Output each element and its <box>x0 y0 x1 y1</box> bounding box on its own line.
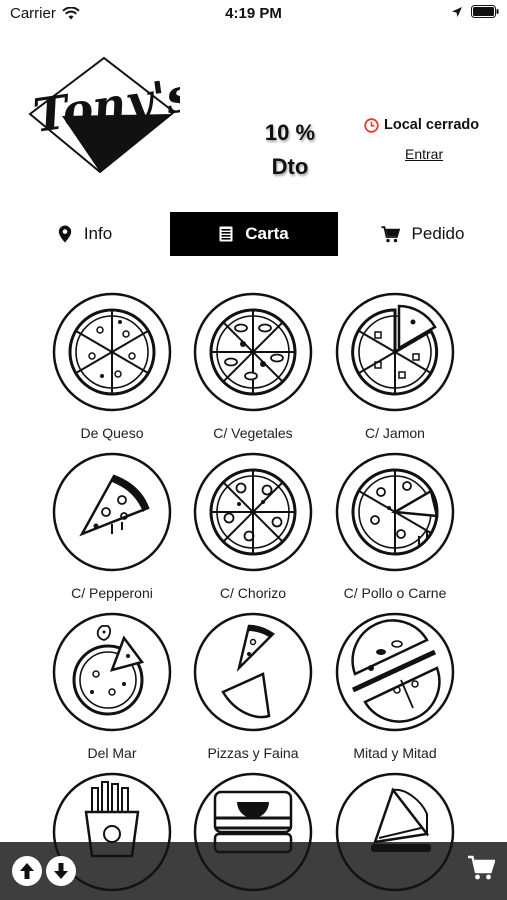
menu-item-pepperoni[interactable]: C/ Pepperoni <box>37 452 187 612</box>
clock-icon <box>364 117 379 133</box>
tab-carta[interactable]: Carta <box>170 212 338 256</box>
cart-button[interactable] <box>467 854 496 887</box>
ham-pizza-icon <box>335 292 455 412</box>
arrow-down-icon <box>54 863 68 879</box>
tonys-logo: Tony's Tony's <box>22 54 196 176</box>
status-right <box>451 5 499 18</box>
pizza-slice-icon <box>52 452 172 572</box>
discount-value: 10 % <box>264 120 316 145</box>
vegetable-pizza-icon <box>193 292 313 412</box>
tab-info[interactable]: Info <box>0 212 170 256</box>
menu-item-chorizo[interactable]: C/ Chorizo <box>178 452 328 612</box>
store-status: Local cerrado <box>364 117 479 133</box>
scroll-down-button[interactable] <box>46 856 76 886</box>
menu-item-label: C/ Pollo o Carne <box>343 585 447 601</box>
tab-info-label: Info <box>83 224 113 243</box>
chorizo-pizza-icon <box>193 452 313 572</box>
tab-carta-label: Carta <box>245 224 289 243</box>
store-status-text: Local cerrado <box>384 117 480 133</box>
menu-item-label: Mitad y Mitad <box>353 745 437 761</box>
arrow-up-icon <box>20 863 34 879</box>
enter-link[interactable]: Entrar <box>405 146 443 162</box>
discount-unit: Dto <box>271 154 309 179</box>
status-bar: Carrier 4:19 PM <box>0 0 507 28</box>
chicken-pizza-icon <box>335 452 455 572</box>
menu-item-mitad-mitad[interactable]: Mitad y Mitad <box>320 612 470 772</box>
header: Tony's Tony's 10 % Dto Local cerrado Ent… <box>0 50 507 190</box>
discount-label: 10 % Dto <box>240 116 340 184</box>
menu-list-icon <box>219 226 233 242</box>
pizza-faina-icon <box>193 612 313 732</box>
menu-item-de-queso[interactable]: De Queso <box>37 292 187 452</box>
menu-item-label: C/ Jamon <box>365 425 425 441</box>
map-pin-icon <box>58 225 72 243</box>
status-time: 4:19 PM <box>225 5 282 22</box>
half-half-pizza-icon <box>335 612 455 732</box>
menu-item-pollo-carne[interactable]: C/ Pollo o Carne <box>320 452 470 612</box>
bottom-bar <box>0 842 507 900</box>
cart-icon <box>468 855 496 880</box>
menu-item-del-mar[interactable]: Del Mar <box>37 612 187 772</box>
cart-icon <box>381 225 400 242</box>
menu-item-vegetales[interactable]: C/ Vegetales <box>178 292 328 452</box>
seafood-pizza-icon <box>52 612 172 732</box>
battery-icon <box>471 5 499 18</box>
tab-pedido-label: Pedido <box>411 224 465 243</box>
menu-item-pizzas-faina[interactable]: Pizzas y Faina <box>178 612 328 772</box>
menu-item-jamon[interactable]: C/ Jamon <box>320 292 470 452</box>
location-arrow-icon <box>452 6 462 17</box>
tab-pedido[interactable]: Pedido <box>338 212 507 256</box>
cheese-pizza-icon <box>52 292 172 412</box>
scroll-up-button[interactable] <box>12 856 42 886</box>
tab-bar: Info Carta Pedido <box>0 212 507 256</box>
